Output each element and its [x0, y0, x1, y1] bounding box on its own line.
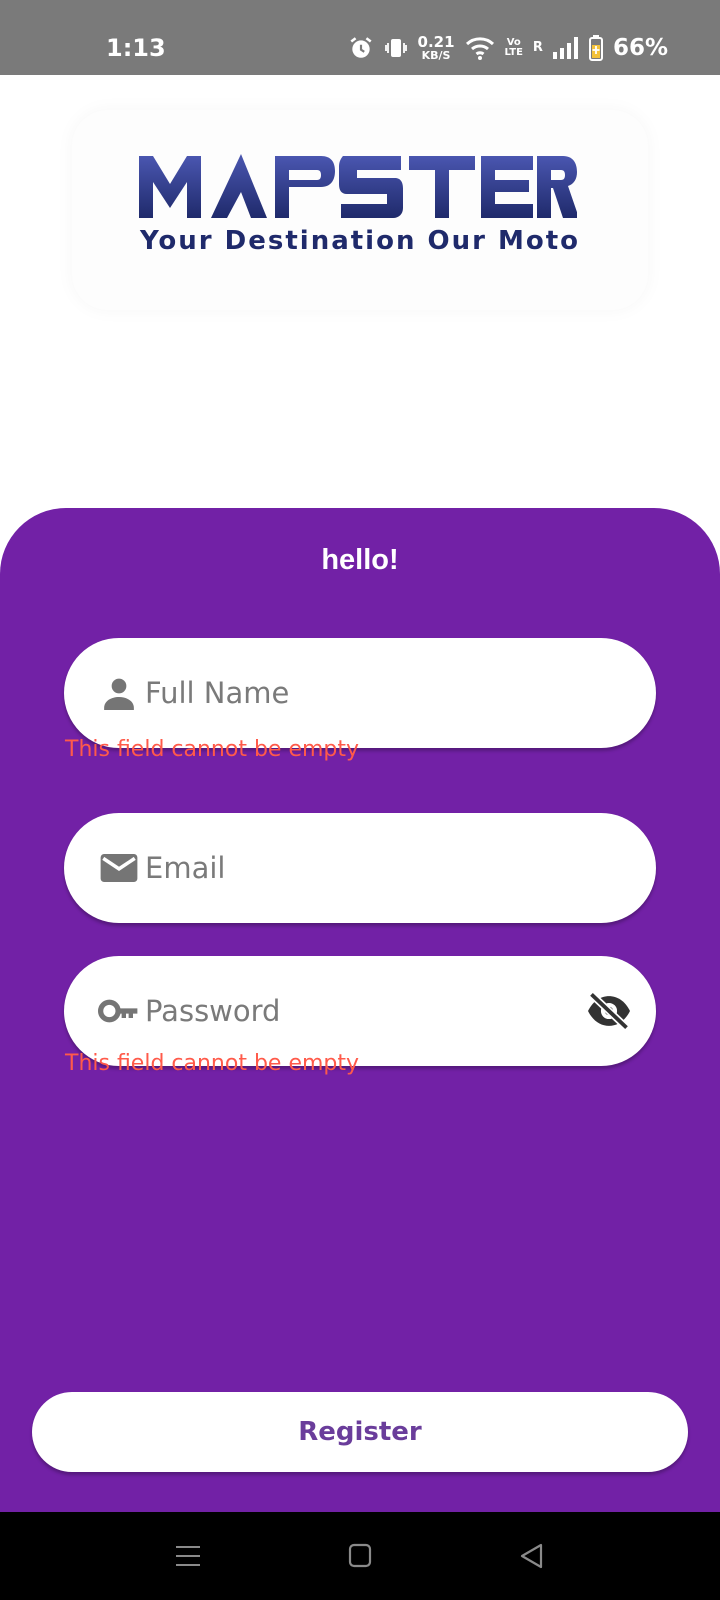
wifi-icon: [465, 37, 494, 60]
vibrate-icon: [384, 39, 407, 57]
back-triangle-icon[interactable]: [512, 1538, 552, 1574]
status-icons: 0.21 KB/S Vo LTE R 66%: [348, 30, 668, 66]
password-error: This field cannot be empty: [65, 1051, 360, 1076]
full-name-field[interactable]: [64, 638, 656, 748]
battery-percent: 66%: [612, 35, 668, 61]
password-input[interactable]: [145, 984, 565, 1038]
greeting-title: hello!: [321, 544, 399, 576]
net-speed-unit: KB/S: [421, 49, 451, 62]
volte-indicator: Vo LTE: [505, 38, 523, 58]
logo-card: Your Destination Our Moto: [72, 110, 648, 310]
email-input[interactable]: [145, 841, 565, 895]
register-panel: hello! This field cannot be empty This f…: [0, 508, 720, 1512]
status-bar: 1:13 0.21 KB/S Vo LTE R 66%: [0, 0, 720, 75]
home-square-icon[interactable]: [340, 1538, 380, 1574]
key-icon: [98, 999, 138, 1023]
menu-icon[interactable]: [168, 1538, 208, 1574]
mail-icon: [100, 854, 138, 882]
net-speed-value: 0.21: [417, 33, 455, 51]
signal-icon: [552, 37, 578, 59]
logo-tagline: Your Destination Our Moto: [139, 226, 581, 256]
full-name-input[interactable]: [145, 666, 565, 720]
register-button[interactable]: Register: [32, 1392, 688, 1472]
net-speed: 0.21 KB/S: [417, 33, 455, 62]
email-field[interactable]: [64, 813, 656, 923]
visibility-off-icon[interactable]: [586, 990, 632, 1032]
navigation-bar: [0, 1512, 720, 1600]
status-time: 1:13: [106, 34, 166, 62]
alarm-icon: [350, 37, 372, 58]
password-field[interactable]: [64, 956, 656, 1066]
mapster-logo: [139, 154, 577, 218]
person-icon: [104, 678, 134, 710]
battery-charging-icon: [588, 35, 603, 61]
full-name-error: This field cannot be empty: [65, 737, 360, 762]
volte-bottom: LTE: [504, 47, 523, 58]
roaming-indicator: R: [532, 40, 543, 55]
